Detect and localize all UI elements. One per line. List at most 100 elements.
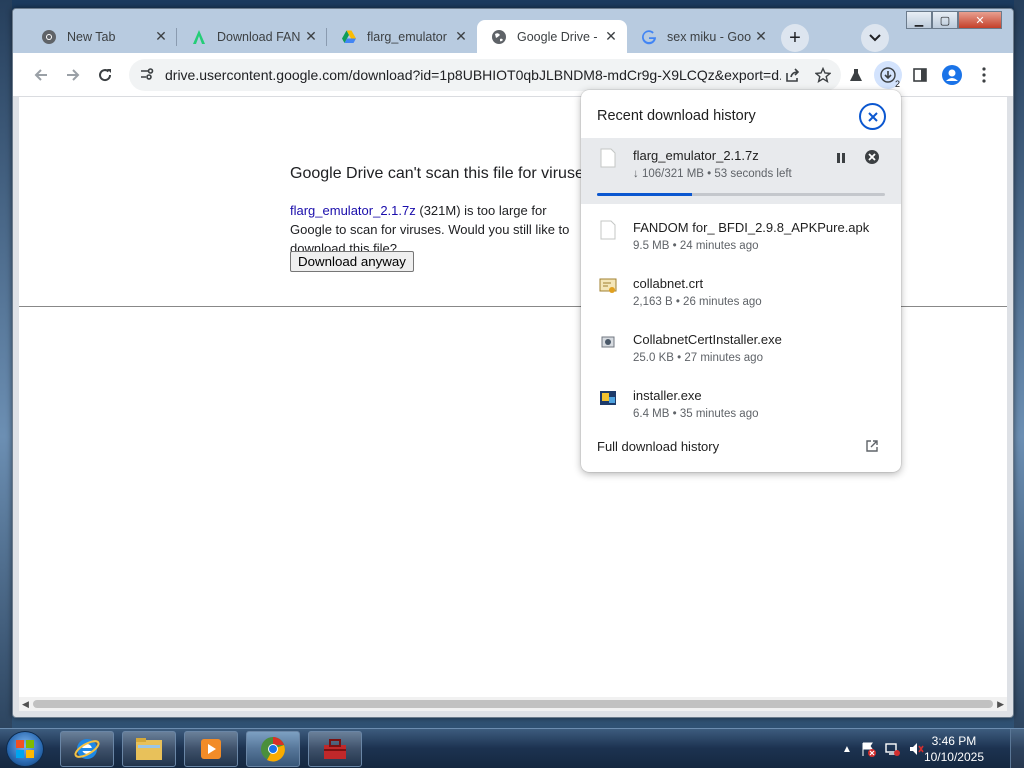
- taskbar-media-player[interactable]: [184, 731, 238, 767]
- tab-strip: New Tab ✕ Download FAN ✕ flarg_emulator …: [13, 9, 1013, 53]
- side-panel-icon: [913, 68, 927, 82]
- pause-icon[interactable]: [833, 150, 849, 166]
- download-item[interactable]: installer.exe 6.4 MB • 35 minutes ago: [581, 378, 901, 434]
- show-hidden-icons-icon[interactable]: ▲: [842, 744, 852, 755]
- maximize-button[interactable]: ▢: [932, 11, 958, 29]
- apkpure-icon: [191, 29, 207, 45]
- taskbar-chrome[interactable]: [246, 731, 300, 767]
- tab-title: flarg_emulator: [367, 29, 447, 44]
- tab-close-icon[interactable]: ✕: [603, 28, 619, 45]
- tab-search-button[interactable]: [861, 24, 889, 52]
- download-status: 2,163 B • 26 minutes ago: [633, 296, 762, 308]
- download-item[interactable]: collabnet.crt 2,163 B • 26 minutes ago: [581, 266, 901, 322]
- download-bubble-title: Recent download history: [597, 108, 756, 124]
- chrome-taskbar-icon: [261, 737, 285, 762]
- download-status: 6.4 MB • 35 minutes ago: [633, 408, 759, 420]
- open-external-icon[interactable]: [865, 439, 879, 453]
- new-tab-button[interactable]: +: [781, 24, 809, 52]
- network-icon[interactable]: [884, 741, 900, 757]
- folder-icon: [136, 738, 162, 760]
- toolbox-icon: [324, 739, 346, 759]
- tab-flarg-emulator[interactable]: flarg_emulator ✕: [327, 20, 477, 53]
- close-window-button[interactable]: ✕: [958, 11, 1002, 29]
- download-anyway-button[interactable]: Download anyway: [290, 251, 414, 272]
- download-filename: FANDOM for_ BFDI_2.9.8_APKPure.apk: [633, 220, 870, 235]
- window-controls: ▁ ▢ ✕: [906, 11, 1002, 29]
- tab-close-icon[interactable]: ✕: [453, 28, 469, 45]
- reload-icon: [99, 69, 112, 82]
- google-drive-icon: [341, 29, 357, 45]
- downloads-button[interactable]: 2: [874, 61, 902, 89]
- forward-button[interactable]: [59, 61, 87, 89]
- tab-title: Google Drive -: [517, 29, 598, 44]
- certificate-icon: [599, 278, 617, 293]
- download-status: 9.5 MB • 24 minutes ago: [633, 240, 759, 252]
- chrome-icon: [41, 29, 57, 45]
- chevron-down-icon: [869, 34, 881, 42]
- tab-google-search[interactable]: sex miku - Goo ✕: [627, 20, 777, 53]
- scrollbar-thumb[interactable]: [33, 700, 993, 708]
- globe-icon: [491, 29, 507, 45]
- desktop-background-right: [1014, 0, 1024, 728]
- tray-area: ▲: [842, 741, 924, 757]
- taskbar-internet-explorer[interactable]: [60, 731, 114, 767]
- reload-button[interactable]: [91, 61, 119, 89]
- taskbar-toolbox[interactable]: [308, 731, 362, 767]
- full-download-history-link[interactable]: Full download history: [597, 439, 719, 454]
- flask-icon: [850, 69, 862, 81]
- clock[interactable]: 3:46 PM 10/10/2025: [924, 733, 984, 765]
- cancel-download-icon[interactable]: [864, 149, 880, 165]
- close-bubble-button[interactable]: [859, 103, 886, 130]
- virus-scan-message: flarg_emulator_2.1.7z (321M) is too larg…: [290, 201, 590, 258]
- tab-download-fandom[interactable]: Download FAN ✕: [177, 20, 327, 53]
- profile-button[interactable]: [938, 61, 966, 89]
- labs-button[interactable]: [842, 61, 870, 89]
- scroll-right-icon[interactable]: ▶: [997, 699, 1004, 710]
- tab-title: sex miku - Goo: [667, 29, 752, 44]
- scroll-left-icon[interactable]: ◀: [22, 699, 29, 710]
- horizontal-scrollbar[interactable]: ◀ ▶: [19, 697, 1007, 711]
- tab-close-icon[interactable]: ✕: [303, 28, 319, 45]
- download-item[interactable]: CollabnetCertInstaller.exe 25.0 KB • 27 …: [581, 322, 901, 378]
- clock-date: 10/10/2025: [923, 750, 984, 764]
- file-link[interactable]: flarg_emulator_2.1.7z: [290, 203, 416, 218]
- tab-close-icon[interactable]: ✕: [753, 28, 769, 45]
- desktop-background-left: [0, 0, 12, 728]
- page-title: Google Drive can't scan this file for vi…: [290, 165, 597, 182]
- start-button[interactable]: [6, 731, 44, 767]
- avatar-icon: [942, 65, 962, 85]
- download-item-active[interactable]: flarg_emulator_2.1.7z ↓ 106/321 MB • 53 …: [581, 138, 901, 204]
- download-filename: collabnet.crt: [633, 276, 704, 291]
- site-info-icon[interactable]: [139, 66, 155, 85]
- file-icon: [600, 220, 616, 240]
- download-count-badge: 2: [894, 79, 900, 89]
- bookmark-star-icon[interactable]: [811, 63, 835, 87]
- tab-close-icon[interactable]: ✕: [153, 28, 169, 45]
- tab-google-drive[interactable]: Google Drive - ✕: [477, 20, 627, 53]
- file-icon: [600, 148, 616, 168]
- download-item[interactable]: FANDOM for_ BFDI_2.9.8_APKPure.apk 9.5 M…: [581, 210, 901, 266]
- address-bar[interactable]: drive.usercontent.google.com/download?id…: [129, 59, 841, 91]
- download-filename: flarg_emulator_2.1.7z: [633, 148, 759, 163]
- side-panel-button[interactable]: [906, 61, 934, 89]
- installer-icon: [600, 391, 616, 405]
- back-button[interactable]: [27, 61, 55, 89]
- tab-title: New Tab: [67, 29, 116, 44]
- download-status: 25.0 KB • 27 minutes ago: [633, 352, 763, 364]
- minimize-button[interactable]: ▁: [906, 11, 932, 29]
- download-progress-bar: [597, 193, 885, 196]
- share-icon[interactable]: [781, 63, 805, 87]
- show-desktop-button[interactable]: [1010, 729, 1024, 768]
- action-center-flag-icon[interactable]: [860, 741, 876, 757]
- clock-time: 3:46 PM: [931, 734, 977, 748]
- exe-icon: [601, 336, 615, 348]
- tab-new-tab[interactable]: New Tab ✕: [27, 20, 177, 53]
- google-icon: [641, 29, 657, 45]
- download-bubble: Recent download history flarg_emulator_2…: [581, 90, 901, 472]
- taskbar-file-explorer[interactable]: [122, 731, 176, 767]
- taskbar: ▲ 3:46 PM 10/10/2025: [0, 728, 1024, 768]
- menu-button[interactable]: [970, 61, 998, 89]
- media-player-icon: [201, 739, 221, 759]
- volume-muted-icon[interactable]: [908, 741, 924, 757]
- download-filename: installer.exe: [633, 388, 702, 403]
